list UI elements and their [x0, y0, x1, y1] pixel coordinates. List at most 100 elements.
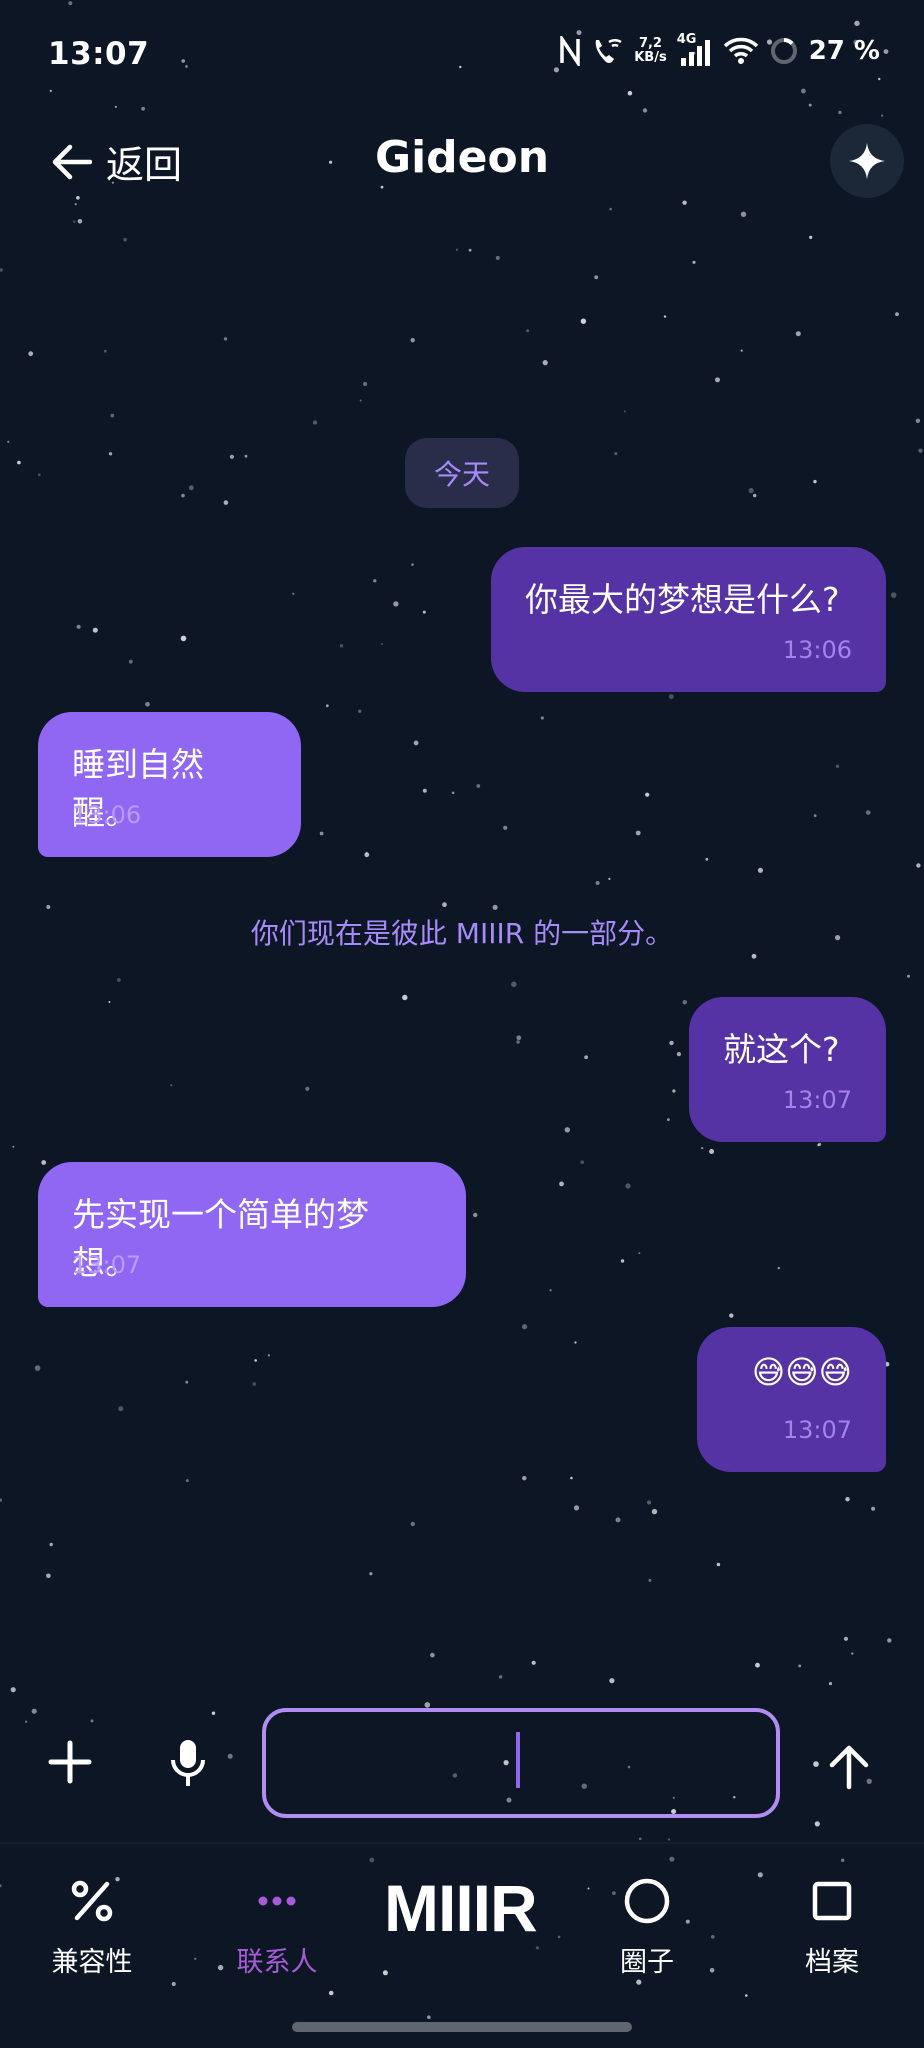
star-dot — [455, 248, 458, 251]
message-bubble-outgoing[interactable]: 你最大的梦想是什么? 13:06 — [491, 547, 886, 692]
star-dot — [755, 1662, 760, 1668]
star-dot — [516, 1035, 522, 1041]
star-dot — [145, 702, 150, 707]
star-dot — [49, 1542, 53, 1547]
star-dot — [312, 420, 318, 425]
star-dot — [68, 1, 73, 6]
nav-label: 圈子 — [620, 1947, 674, 1978]
message-bubble-outgoing[interactable]: 😅😅😅 13:07 — [697, 1327, 886, 1472]
star-dot — [748, 487, 754, 494]
wifi-icon — [723, 37, 758, 64]
star-dot — [252, 1382, 257, 1386]
star-dot — [841, 1858, 845, 1863]
star-dot — [364, 852, 370, 858]
home-indicator[interactable] — [292, 2022, 632, 2032]
star-dot — [642, 108, 648, 113]
star-dot — [808, 103, 812, 107]
star-dot — [73, 220, 76, 223]
message-bubble-incoming[interactable]: 睡到自然醒。 13:06 — [38, 712, 301, 857]
star-dot — [424, 1702, 431, 1708]
star-dot — [715, 377, 720, 383]
star-dot — [422, 610, 426, 614]
star-dot — [46, 905, 51, 909]
star-dot — [878, 77, 881, 81]
add-attachment-button[interactable] — [48, 1740, 92, 1788]
star-dot — [647, 1500, 652, 1505]
star-dot — [627, 90, 633, 96]
star-dot — [709, 1149, 715, 1154]
star-dot — [757, 1872, 763, 1878]
arrow-up-icon — [829, 1745, 869, 1790]
star-dot — [745, 1994, 748, 1997]
star-dot — [651, 1508, 658, 1515]
nav-item-profile[interactable]: 档案 — [752, 1878, 912, 1979]
star-dot — [669, 1856, 675, 1862]
star-dot — [813, 1761, 819, 1767]
star-dot — [511, 981, 517, 988]
star-dot — [625, 1183, 631, 1189]
star-dot — [871, 1506, 876, 1511]
star-dot — [522, 1324, 528, 1330]
star-dot — [185, 1479, 189, 1483]
star-dot — [636, 1979, 642, 1985]
send-button[interactable] — [826, 1744, 872, 1794]
star-dot — [451, 791, 455, 795]
star-dot — [128, 659, 133, 664]
star-dot — [701, 1147, 704, 1150]
star-dot — [185, 65, 188, 68]
miiir-logo[interactable]: MIIIR — [384, 1870, 538, 1946]
star-dot — [557, 1935, 561, 1939]
sparkle-button[interactable] — [830, 124, 904, 198]
star-dot — [413, 740, 419, 746]
nav-item-contacts[interactable]: 联系人 — [197, 1878, 357, 1979]
nav-item-compatibility[interactable]: 兼容性 — [12, 1878, 172, 1979]
circle-icon — [623, 1878, 671, 1924]
star-dot — [292, 592, 295, 595]
star-dot — [74, 203, 77, 206]
star-dot — [801, 88, 806, 94]
star-dot — [615, 1517, 621, 1523]
back-button[interactable]: 返回 — [52, 134, 182, 189]
status-time: 13:07 — [48, 36, 150, 72]
star-dot — [319, 831, 324, 836]
star-dot — [503, 825, 508, 830]
star-dot — [25, 1720, 28, 1723]
star-dot — [123, 238, 127, 242]
voice-button[interactable] — [168, 1738, 208, 1792]
star-dot — [682, 200, 687, 205]
speed-value: 7,2 — [638, 36, 662, 51]
star-dot — [907, 974, 910, 978]
star-dot — [620, 1259, 625, 1263]
star-dot — [918, 448, 923, 453]
star-dot — [410, 1521, 415, 1527]
arrow-left-icon — [52, 144, 92, 179]
percent-icon — [71, 1878, 113, 1924]
star-dot — [559, 1181, 564, 1187]
speed-unit: KB/s — [634, 50, 667, 65]
message-input[interactable] — [262, 1708, 780, 1818]
message-bubble-outgoing[interactable]: 就这个? 13:07 — [689, 997, 886, 1142]
star-dot — [28, 351, 34, 357]
star-dot — [369, 1572, 373, 1576]
star-dot — [10, 1687, 16, 1693]
wifi-calling-icon — [595, 39, 622, 63]
message-text: 😅😅😅 — [751, 1353, 852, 1391]
star-dot — [171, 1982, 176, 1986]
star-dot — [427, 2015, 431, 2019]
star-dot — [887, 1638, 892, 1643]
star-dot — [108, 452, 113, 456]
message-bubble-incoming[interactable]: 先实现一个简单的梦想。 13:07 — [38, 1162, 466, 1307]
star-dot — [648, 1578, 652, 1582]
star-dot — [574, 1341, 577, 1344]
star-dot — [31, 1708, 37, 1714]
star-dot — [638, 1837, 642, 1841]
nav-item-circles[interactable]: 圈子 — [567, 1878, 727, 1979]
star-dot — [358, 709, 362, 713]
star-dot — [813, 479, 817, 484]
star-dot — [667, 1118, 670, 1121]
star-dot — [570, 1476, 573, 1480]
star-dot — [705, 857, 709, 861]
message-text: 你最大的梦想是什么? — [525, 580, 840, 619]
star-dot — [188, 485, 194, 491]
star-dot — [211, 1711, 216, 1715]
